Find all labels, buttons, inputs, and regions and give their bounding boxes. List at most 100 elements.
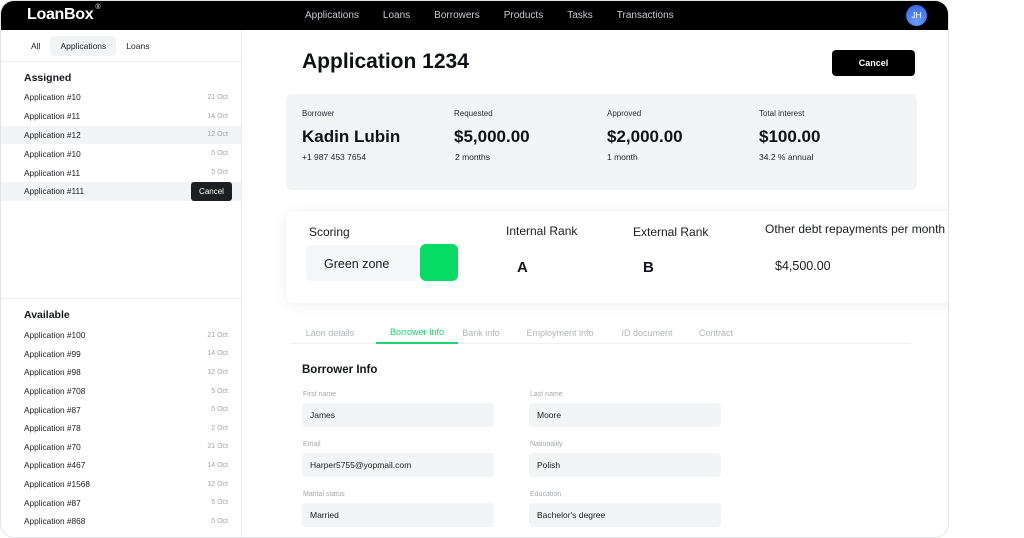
application-date: 14 Oct: [207, 112, 228, 120]
email-label: Email: [303, 441, 321, 448]
nav-transactions[interactable]: Transactions: [617, 10, 674, 21]
first-name-field[interactable]: James: [302, 403, 494, 427]
detail-tabs: Laon details Borrower Info Bank info Emp…: [290, 313, 911, 344]
application-date: 2 Oct: [211, 424, 228, 432]
requested-term: 2 months: [455, 152, 490, 162]
application-date: 12 Oct: [207, 368, 228, 376]
list-item[interactable]: Application #11 14 Oct: [1, 107, 241, 126]
nationality-field[interactable]: Polish: [529, 453, 721, 477]
borrower-summary: Borrower Kadin Lubin +1 987 453 7654: [302, 109, 400, 162]
list-item[interactable]: Application #70 21 Oct: [1, 438, 241, 457]
list-item[interactable]: Application #467 14 Oct: [1, 456, 241, 475]
nationality-label: Nationality: [530, 441, 563, 448]
list-item[interactable]: Application #10 21 Oct: [1, 88, 241, 107]
application-date: 14 Oct: [207, 461, 228, 469]
interest-summary: Total interest $100.00 34.2 % annual: [759, 109, 820, 162]
application-date: 5 Oct: [211, 517, 228, 525]
tab-employment-info[interactable]: Employment info: [522, 313, 598, 344]
main-panel: Application 1234 Cancel Borrower Kadin L…: [242, 30, 948, 537]
application-name: Application #98: [24, 367, 81, 378]
application-date: 5 Oct: [211, 499, 228, 507]
application-date: 21 Oct: [207, 331, 228, 339]
nav-loans[interactable]: Loans: [383, 10, 410, 21]
list-item[interactable]: Application #87 5 Oct: [1, 493, 241, 512]
user-avatar[interactable]: JH: [906, 5, 927, 26]
tab-id-document[interactable]: ID document: [617, 313, 677, 344]
application-name: Application #87: [24, 497, 81, 508]
available-heading: Available: [24, 309, 70, 321]
list-item[interactable]: Application #11 5 Oct: [1, 163, 241, 182]
filter-applications[interactable]: Applications: [50, 35, 117, 56]
application-name: Application #11: [24, 111, 81, 122]
list-item[interactable]: Application #708 5 Oct: [1, 382, 241, 401]
list-item[interactable]: Application #12 12 Oct: [1, 125, 241, 145]
last-name-label: Last name: [530, 391, 563, 398]
nav-applications[interactable]: Applications: [305, 10, 359, 21]
loan-summary-card: Borrower Kadin Lubin +1 987 453 7654 Req…: [286, 94, 917, 190]
approved-label: Approved: [607, 109, 642, 118]
email-field[interactable]: Harper5755@yopmail.com: [302, 453, 494, 477]
approved-amount: $2,000.00: [607, 127, 683, 146]
page-title: Application 1234: [302, 50, 469, 73]
nav-products[interactable]: Products: [504, 10, 543, 21]
application-name: Application #99: [24, 348, 81, 359]
main-nav: Applications Loans Borrowers Products Ta…: [305, 1, 698, 30]
brand-logo[interactable]: LoanBox ®: [27, 4, 101, 24]
marital-status-label: Marital status: [303, 491, 345, 498]
tab-loan-details[interactable]: Laon details: [302, 313, 358, 344]
list-item[interactable]: Application #87 5 Oct: [1, 400, 241, 419]
cancel-application-button[interactable]: Cancel: [832, 50, 915, 76]
nav-tasks[interactable]: Tasks: [567, 10, 593, 21]
scoring-zone: Green zone: [324, 257, 390, 271]
application-date: 12 Oct: [207, 480, 228, 488]
row-cancel-button[interactable]: Cancel: [191, 181, 232, 201]
filter-all[interactable]: All: [25, 36, 50, 56]
application-date: 21 Oct: [207, 93, 228, 101]
scoring-label: Scoring: [309, 225, 350, 239]
education-label: Education: [530, 491, 562, 498]
list-item[interactable]: Application #99 14 Oct: [1, 345, 241, 364]
filter-loans[interactable]: Loans: [116, 36, 159, 56]
tab-contract[interactable]: Contract: [695, 313, 737, 344]
approved-term: 1 month: [607, 152, 638, 162]
application-name: Application #111: [24, 186, 85, 197]
education-field[interactable]: Bachelor's degree: [529, 503, 721, 527]
nav-borrowers[interactable]: Borrowers: [434, 10, 480, 21]
list-item[interactable]: Application #78 2 Oct: [1, 419, 241, 438]
marital-status-field[interactable]: Married: [302, 503, 494, 527]
list-item[interactable]: Application #98 12 Oct: [1, 363, 241, 382]
borrower-name[interactable]: Kadin Lubin: [302, 127, 400, 147]
filter-tabs: All Applications Loans: [1, 30, 241, 62]
list-item[interactable]: Application #10 5 Oct: [1, 144, 241, 163]
list-item[interactable]: Application #868 5 Oct: [1, 512, 241, 531]
application-name: Application #70: [24, 441, 81, 452]
list-item[interactable]: Application #111 Cancel: [1, 181, 241, 201]
application-name: Application #467: [24, 460, 86, 471]
application-date: 14 Oct: [207, 350, 228, 358]
application-date: 12 Oct: [207, 131, 228, 139]
application-date: 5 Oct: [211, 387, 228, 395]
application-name: Application #100: [24, 330, 86, 341]
external-rank-label: External Rank: [633, 225, 709, 239]
requested-amount: $5,000.00: [454, 127, 530, 146]
interest-label: Total interest: [759, 109, 805, 118]
application-name: Application #78: [24, 423, 81, 434]
application-name: Application #1568: [24, 479, 90, 490]
application-name: Application #11: [24, 167, 81, 178]
borrower-label: Borrower: [302, 109, 335, 118]
scoring-card: Scoring Green zone Internal Rank A Exter…: [286, 211, 948, 303]
internal-rank-value: A: [517, 259, 528, 276]
form-title: Borrower Info: [302, 364, 378, 376]
application-name: Application #10: [24, 92, 81, 103]
tab-borrower-info[interactable]: Borrower Info: [376, 313, 458, 344]
external-rank-value: B: [643, 259, 654, 276]
tab-bank-info[interactable]: Bank info: [459, 313, 503, 344]
last-name-field[interactable]: Moore: [529, 403, 721, 427]
interest-amount: $100.00: [759, 127, 821, 146]
list-item[interactable]: Application #100 21 Oct: [1, 326, 241, 345]
application-date: 5 Oct: [211, 150, 228, 158]
application-name: Application #868: [24, 516, 86, 527]
application-name: Application #12: [24, 129, 81, 140]
application-date: 5 Oct: [211, 169, 228, 177]
list-item[interactable]: Application #1568 12 Oct: [1, 475, 241, 494]
